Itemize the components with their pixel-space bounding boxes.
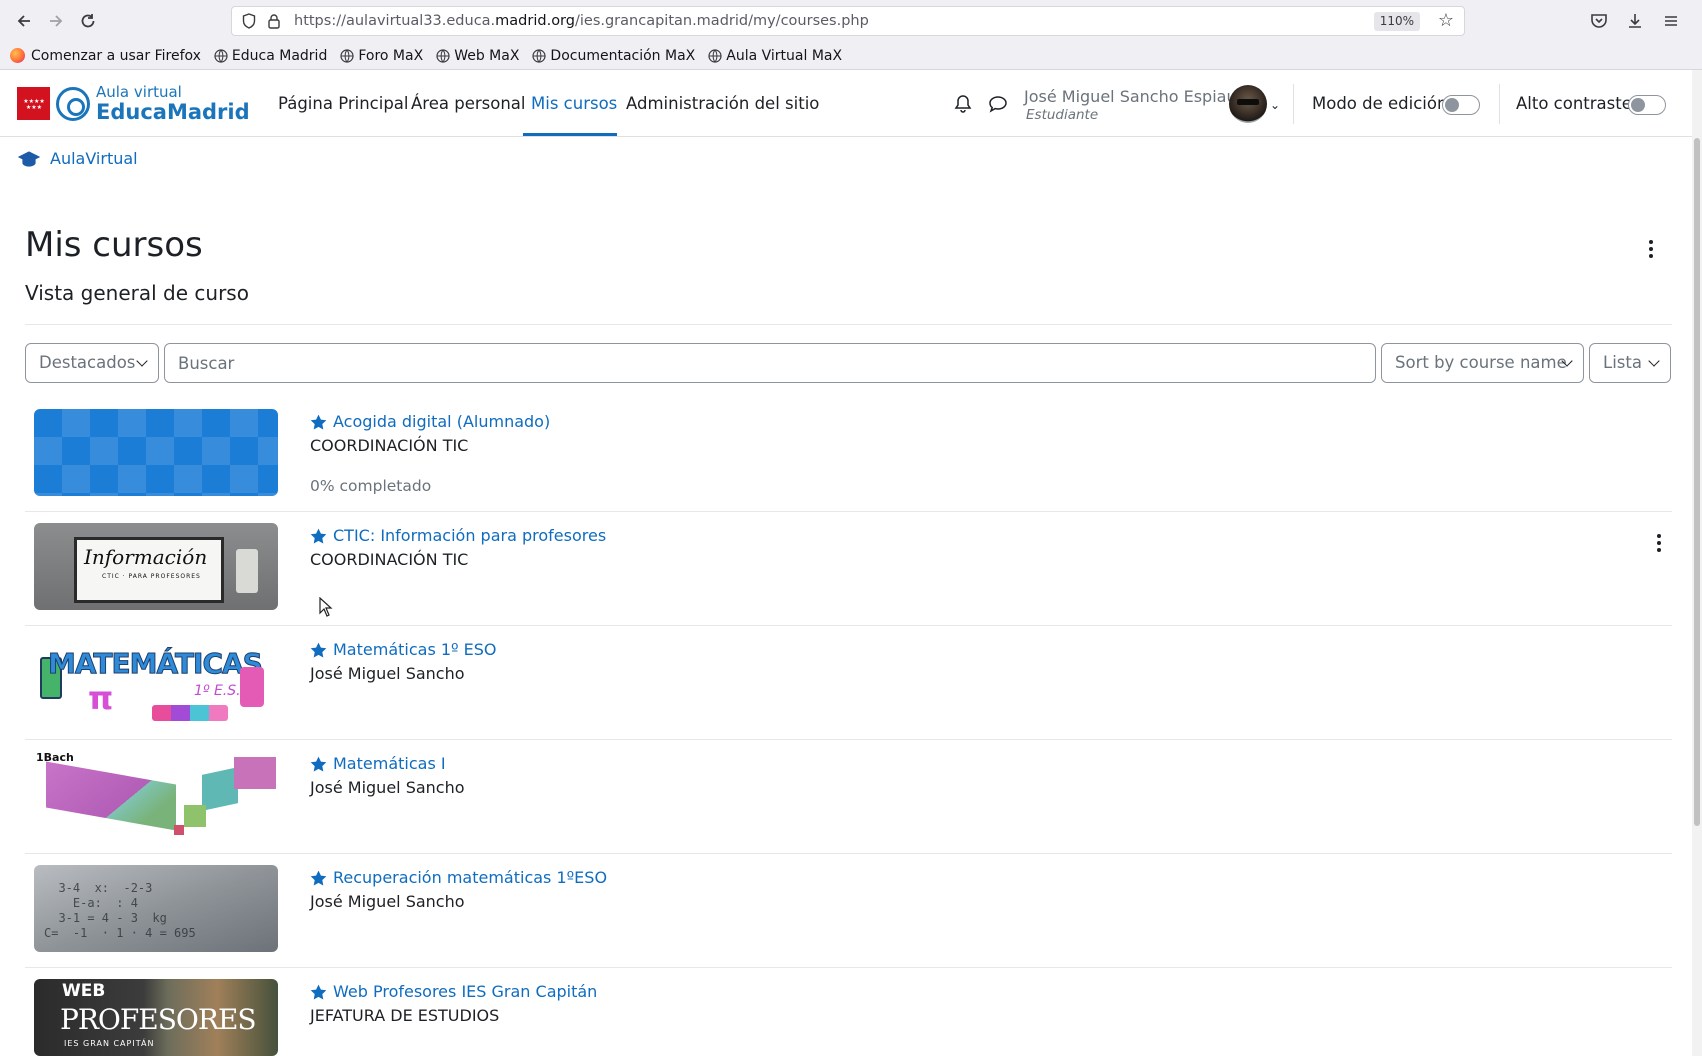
high-contrast-label: Alto contraste: [1516, 94, 1632, 113]
star-icon[interactable]: [310, 642, 327, 658]
url-text: https://aulavirtual33.educa.madrid.org/i…: [294, 13, 869, 29]
reload-icon[interactable]: [72, 5, 104, 37]
globe-icon: [340, 48, 354, 63]
educamadrid-logo-icon[interactable]: [56, 87, 90, 121]
bookmarks-bar: Comenzar a usar Firefox Educa Madrid For…: [0, 42, 1702, 70]
globe-icon: [214, 48, 228, 63]
course-list-item: Información CTIC · PARA PROFESORES CTIC:…: [25, 512, 1672, 626]
course-thumbnail[interactable]: WEB PROFESORES IES GRAN CAPITÁN: [34, 979, 278, 1056]
page-actions-kebab-icon[interactable]: [1648, 240, 1654, 260]
course-category: JEFATURA DE ESTUDIOS: [310, 1006, 500, 1025]
mouse-cursor-icon: [319, 597, 333, 617]
star-icon[interactable]: [310, 414, 327, 430]
zoom-level-badge[interactable]: 110%: [1373, 12, 1420, 31]
search-input[interactable]: [164, 343, 1376, 383]
bookmark-documentacion-max[interactable]: Documentación MaX: [532, 48, 695, 64]
bookmark-educa-madrid[interactable]: Educa Madrid: [214, 48, 327, 64]
logo-title[interactable]: EducaMadrid: [96, 100, 250, 124]
breadcrumb-aulavirtual[interactable]: AulaVirtual: [50, 149, 138, 168]
course-list-item: 1Bach Matemáticas I José Miguel Sancho: [25, 740, 1672, 854]
course-list-item: 3-4 x: -2-3 E-a: : 4 3-1 = 4 - 3 kg C= -…: [25, 854, 1672, 968]
star-icon[interactable]: [310, 756, 327, 772]
course-thumbnail[interactable]: Información CTIC · PARA PROFESORES: [34, 523, 278, 610]
notifications-bell-icon[interactable]: [953, 94, 973, 114]
bookmark-star-icon[interactable]: ☆: [1438, 10, 1454, 31]
course-category: COORDINACIÓN TIC: [310, 550, 469, 569]
messages-chat-icon[interactable]: [988, 94, 1008, 114]
nav-pagina-principal[interactable]: Página Principal: [278, 94, 409, 113]
course-list-item: WEB PROFESORES IES GRAN CAPITÁN Web Prof…: [25, 968, 1672, 1056]
forward-arrow-icon[interactable]: [40, 5, 72, 37]
hamburger-menu-icon[interactable]: [1657, 7, 1685, 35]
downloads-icon[interactable]: [1621, 7, 1649, 35]
course-progress: 0% completado: [310, 477, 432, 495]
edit-mode-toggle[interactable]: [1442, 95, 1480, 115]
course-category: José Miguel Sancho: [310, 892, 465, 911]
user-role: Estudiante: [1026, 107, 1099, 123]
course-name-link[interactable]: CTIC: Información para profesores: [310, 526, 606, 545]
globe-icon: [532, 48, 547, 63]
course-actions-kebab-icon[interactable]: [1656, 534, 1662, 554]
course-name-link[interactable]: Matemáticas 1º ESO: [310, 640, 497, 659]
star-icon[interactable]: [310, 528, 327, 544]
pocket-icon[interactable]: [1585, 7, 1613, 35]
bookmark-aula-virtual-max[interactable]: Aula Virtual MaX: [708, 48, 842, 64]
nav-mis-cursos[interactable]: Mis cursos: [531, 94, 617, 113]
divider: [1293, 84, 1294, 124]
page-scrollbar-thumb[interactable]: [1694, 138, 1700, 826]
star-icon[interactable]: [310, 870, 327, 886]
graduation-cap-icon: [18, 151, 40, 167]
bookmark-foro-max[interactable]: Foro MaX: [340, 48, 423, 64]
grouping-dropdown[interactable]: Destacados: [25, 343, 159, 383]
course-name-link[interactable]: Recuperación matemáticas 1ºESO: [310, 868, 607, 887]
page-title: Mis cursos: [25, 225, 203, 265]
bookmark-firefox[interactable]: Comenzar a usar Firefox: [10, 48, 201, 64]
user-full-name[interactable]: José Miguel Sancho Espiau: [1024, 87, 1237, 106]
course-list-item: Acogida digital (Alumnado) COORDINACIÓN …: [25, 398, 1672, 512]
bookmark-web-max[interactable]: Web MaX: [436, 48, 519, 64]
active-nav-indicator: [523, 133, 617, 136]
edit-mode-label: Modo de edición: [1312, 94, 1448, 113]
lock-icon[interactable]: [268, 13, 280, 29]
globe-icon: [708, 48, 722, 63]
site-navbar: ★★★★ ★★★ Aula virtual EducaMadrid Página …: [0, 70, 1702, 137]
course-category: José Miguel Sancho: [310, 664, 465, 683]
divider: [1499, 84, 1500, 124]
course-thumbnail[interactable]: [34, 409, 278, 496]
url-bar[interactable]: https://aulavirtual33.educa.madrid.org/i…: [231, 6, 1465, 36]
globe-icon: [436, 48, 450, 63]
madrid-flag-logo[interactable]: ★★★★ ★★★: [17, 87, 50, 120]
star-icon[interactable]: [310, 984, 327, 1000]
chevron-down-icon: [1648, 355, 1660, 367]
high-contrast-toggle[interactable]: [1628, 95, 1666, 115]
divider: [25, 324, 1672, 325]
chevron-down-icon[interactable]: ⌄: [1270, 98, 1280, 112]
logo-subtitle[interactable]: Aula virtual: [96, 83, 182, 101]
course-thumbnail[interactable]: MATEMÁTICAS π 1º E.S.O.: [34, 637, 278, 724]
sort-dropdown[interactable]: Sort by course name: [1381, 343, 1584, 383]
course-name-link[interactable]: Matemáticas I: [310, 754, 446, 773]
section-title: Vista general de curso: [25, 281, 249, 305]
course-list-item: MATEMÁTICAS π 1º E.S.O. Matemáticas 1º E…: [25, 626, 1672, 740]
course-category: COORDINACIÓN TIC: [310, 436, 469, 455]
view-dropdown[interactable]: Lista: [1589, 343, 1671, 383]
course-name-link[interactable]: Web Profesores IES Gran Capitán: [310, 982, 597, 1001]
course-name-link[interactable]: Acogida digital (Alumnado): [310, 412, 550, 431]
tracking-shield-icon[interactable]: [242, 13, 256, 29]
nav-administracion-sitio[interactable]: Administración del sitio: [626, 94, 819, 113]
browser-toolbar: https://aulavirtual33.educa.madrid.org/i…: [0, 0, 1702, 42]
back-arrow-icon[interactable]: [8, 5, 40, 37]
chevron-down-icon: [136, 355, 148, 367]
user-avatar[interactable]: [1229, 85, 1267, 123]
nav-area-personal[interactable]: Área personal: [411, 94, 525, 113]
course-thumbnail[interactable]: 3-4 x: -2-3 E-a: : 4 3-1 = 4 - 3 kg C= -…: [34, 865, 278, 952]
course-category: José Miguel Sancho: [310, 778, 465, 797]
course-thumbnail[interactable]: 1Bach: [34, 751, 278, 838]
firefox-icon: [10, 48, 25, 63]
